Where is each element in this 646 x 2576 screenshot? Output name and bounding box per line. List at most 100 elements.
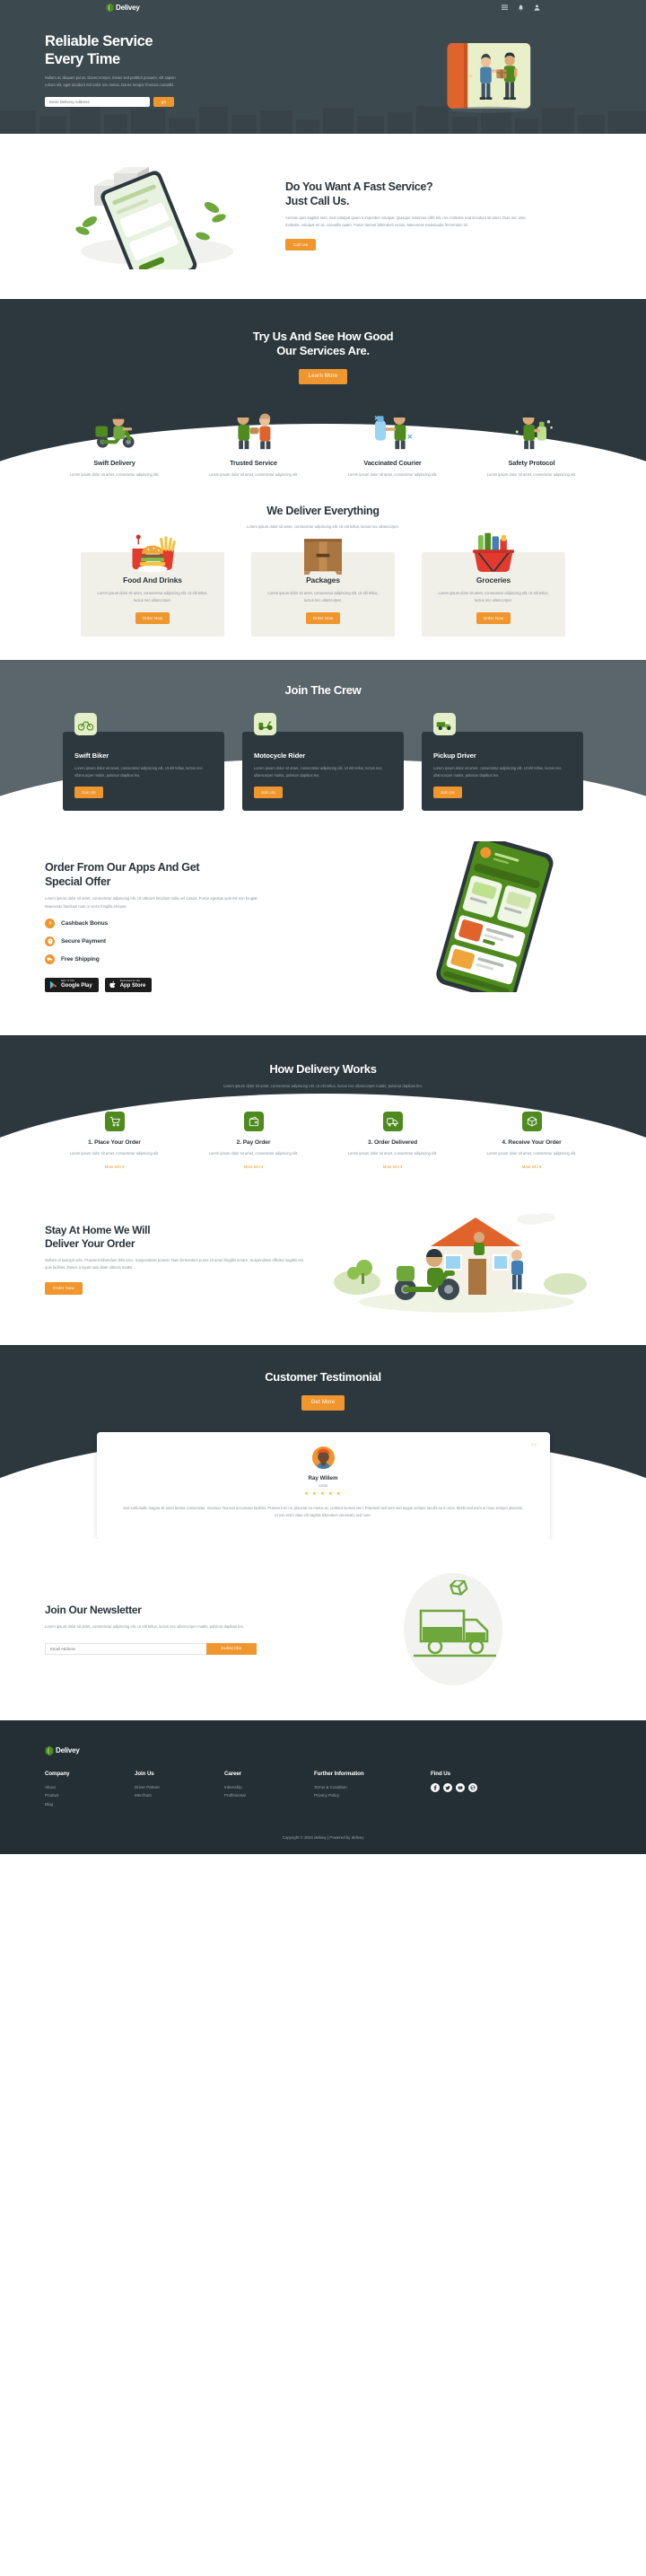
- footer-link[interactable]: Product: [45, 1791, 135, 1799]
- svg-text:$: $: [48, 921, 51, 926]
- everything-section: We Deliver Everything Lorem ipsum dolor …: [0, 500, 646, 660]
- crew-card-desc: Lorem ipsum dolor sit amet, consectetur …: [433, 766, 562, 778]
- how-step-desc: Lorem ipsum dolor sit amet, consectetur …: [208, 1151, 299, 1156]
- footer-link[interactable]: Merchant: [135, 1791, 224, 1799]
- more-info-link[interactable]: More Info ▾: [522, 1165, 542, 1170]
- stay-home-text: Stay At Home We Will Deliver Your Order …: [45, 1224, 305, 1295]
- youtube-icon[interactable]: [456, 1782, 465, 1792]
- order-now-button[interactable]: Order Now: [476, 611, 511, 624]
- social-links: [431, 1782, 520, 1792]
- services-title-line2: Our Services Are.: [276, 344, 370, 358]
- service-title: Trusted Service: [230, 458, 277, 467]
- join-us-button[interactable]: Join Us: [254, 786, 283, 799]
- how-step-desc: Lorem ipsum dolor sit amet, consectetur …: [69, 1151, 160, 1156]
- crew-card-desc: Lorem ipsum dolor sit amet, consectetur …: [254, 766, 382, 778]
- order-now-button[interactable]: Order Now: [45, 1282, 83, 1295]
- category-card: Food And Drinks Lorem ipsum dolor sit am…: [81, 534, 224, 637]
- how-step-desc: Lorem ipsum dolor sit amet, consectetur …: [486, 1151, 577, 1156]
- footer-link[interactable]: Driver Partner: [135, 1783, 224, 1791]
- newsletter-title: Join Our Newsletter: [45, 1604, 142, 1617]
- leaf-icon: [106, 3, 114, 13]
- more-info-label: More Info: [382, 1165, 399, 1170]
- footer-link[interactable]: About: [45, 1783, 135, 1791]
- footer-column-find-us: Find Us: [431, 1771, 520, 1808]
- apps-section: Order From Our Apps And Get Special Offe…: [0, 832, 646, 1036]
- parcel-icon: [521, 1112, 542, 1132]
- service-item: Vaccinated Courier Lorem ipsum dolor sit…: [323, 404, 462, 478]
- testimonial-quote: Sed sollicitudin magna sit amet lacinia …: [123, 1505, 523, 1517]
- facebook-icon[interactable]: [431, 1782, 440, 1792]
- sanitizer-courier-icon: [467, 404, 596, 451]
- google-play-button[interactable]: GET IT ON Google Play: [45, 977, 99, 992]
- newsletter-section: Join Our Newsletter Lorem ipsum dolor si…: [0, 1538, 646, 1720]
- pickup-truck-icon: [433, 713, 456, 736]
- how-it-works-section: How Delivery Works Lorem ipsum dolor sit…: [0, 1035, 646, 1191]
- crew-card-desc: Lorem ipsum dolor sit amet, consectetur …: [74, 766, 203, 778]
- google-play-big: Google Play: [61, 982, 92, 989]
- testimonial-name: Ray Willem: [308, 1474, 338, 1481]
- footer-heading: Further Information: [314, 1770, 364, 1777]
- footer-link[interactable]: Privacy Policy: [314, 1791, 431, 1799]
- services-grid: Swift Delivery Lorem ipsum dolor sit ame…: [45, 384, 601, 501]
- search-input[interactable]: [45, 96, 150, 107]
- menu-icon[interactable]: [502, 4, 508, 11]
- order-now-button[interactable]: Order Now: [305, 611, 341, 624]
- footer-column-career: Career Internship Proffesional: [224, 1771, 314, 1808]
- call-us-button[interactable]: Call Us: [285, 238, 317, 251]
- apps-paragraph: Lorem ipsum dolor sit amet, consectetur …: [45, 896, 258, 909]
- app-store-big: App Store: [119, 982, 146, 989]
- stay-home-title: Stay At Home We Will Deliver Your Order: [45, 1224, 305, 1251]
- apps-text: Order From Our Apps And Get Special Offe…: [45, 861, 314, 992]
- footer-link[interactable]: Internship: [224, 1783, 314, 1791]
- how-step: 3. Order Delivered Lorem ipsum dolor sit…: [323, 1112, 462, 1173]
- newsletter-truck-illustration: [341, 1571, 565, 1688]
- how-step-title: 1. Place Your Order: [88, 1139, 141, 1147]
- rating-stars: ★ ★ ★ ★ ★: [303, 1490, 343, 1497]
- fast-service-paragraph: Aenean quis sagittis sem. Sed volutpat q…: [285, 215, 526, 228]
- user-icon[interactable]: [534, 4, 540, 11]
- footer-link[interactable]: Terms & Condition: [314, 1783, 431, 1791]
- how-steps: 1. Place Your Order Lorem ipsum dolor si…: [45, 1112, 601, 1191]
- newsletter-form: Subscribe: [45, 1643, 341, 1656]
- footer-link[interactable]: Proffesional: [224, 1791, 314, 1799]
- newsletter-text: Join Our Newsletter Lorem ipsum dolor si…: [45, 1604, 341, 1656]
- category-title: Groceries: [476, 576, 511, 585]
- category-title: Food And Drinks: [123, 576, 182, 585]
- go-button[interactable]: go: [153, 96, 174, 107]
- learn-more-button[interactable]: Learn More: [298, 368, 348, 384]
- email-input[interactable]: [45, 1643, 206, 1656]
- wordpress-icon[interactable]: [468, 1782, 477, 1792]
- join-us-button[interactable]: Join Us: [74, 786, 103, 799]
- feature-item: $ Cashback Bonus: [45, 918, 314, 928]
- services-section: Try Us And See How Good Our Services Are…: [0, 299, 646, 501]
- handshake-courier-icon: [189, 404, 318, 451]
- how-step-desc: Lorem ipsum dolor sit amet, consectetur …: [347, 1151, 438, 1156]
- more-info-link[interactable]: More Info ▾: [383, 1165, 403, 1170]
- get-more-button[interactable]: Get More: [301, 1394, 345, 1411]
- join-us-button[interactable]: Join Us: [433, 786, 462, 799]
- logo[interactable]: Delivey: [106, 3, 140, 13]
- fast-service-title: Do You Want A Fast Service? Just Call Us…: [285, 180, 538, 208]
- subscribe-button[interactable]: Subscribe: [206, 1643, 257, 1656]
- bell-icon[interactable]: [518, 4, 524, 11]
- more-info-link[interactable]: More Info ▾: [244, 1165, 264, 1170]
- crew-card: Swift Biker Lorem ipsum dolor sit amet, …: [63, 713, 224, 812]
- apps-title-line1: Order From Our Apps And Get: [45, 861, 200, 875]
- hero-search-form: go: [45, 96, 601, 107]
- footer-link[interactable]: Blog: [45, 1800, 135, 1808]
- more-info-label: More Info: [243, 1165, 260, 1170]
- twitter-icon[interactable]: [443, 1782, 452, 1792]
- crew-title: Join The Crew: [284, 682, 362, 697]
- footer-brand-name: Delivey: [56, 1745, 80, 1754]
- service-desc: Lorem ipsum dolor sit amet, consectetur …: [208, 471, 299, 477]
- how-step: 4. Receive Your Order Lorem ipsum dolor …: [462, 1112, 601, 1173]
- quote-icon: ”: [530, 1440, 537, 1456]
- category-desc: Lorem ipsum dolor sit amet, consectetur …: [97, 591, 208, 602]
- more-info-link[interactable]: More Info ▾: [105, 1165, 125, 1170]
- service-item: Safety Protocol Lorem ipsum dolor sit am…: [462, 404, 601, 478]
- app-store-button[interactable]: Download on the App Store: [104, 977, 153, 992]
- footer-logo[interactable]: Delivey: [45, 1745, 601, 1756]
- newsletter-paragraph: Lorem ipsum dolor sit amet, consectetur …: [45, 1624, 245, 1630]
- dollar-icon: $: [45, 918, 55, 928]
- order-now-button[interactable]: Order Now: [135, 611, 170, 624]
